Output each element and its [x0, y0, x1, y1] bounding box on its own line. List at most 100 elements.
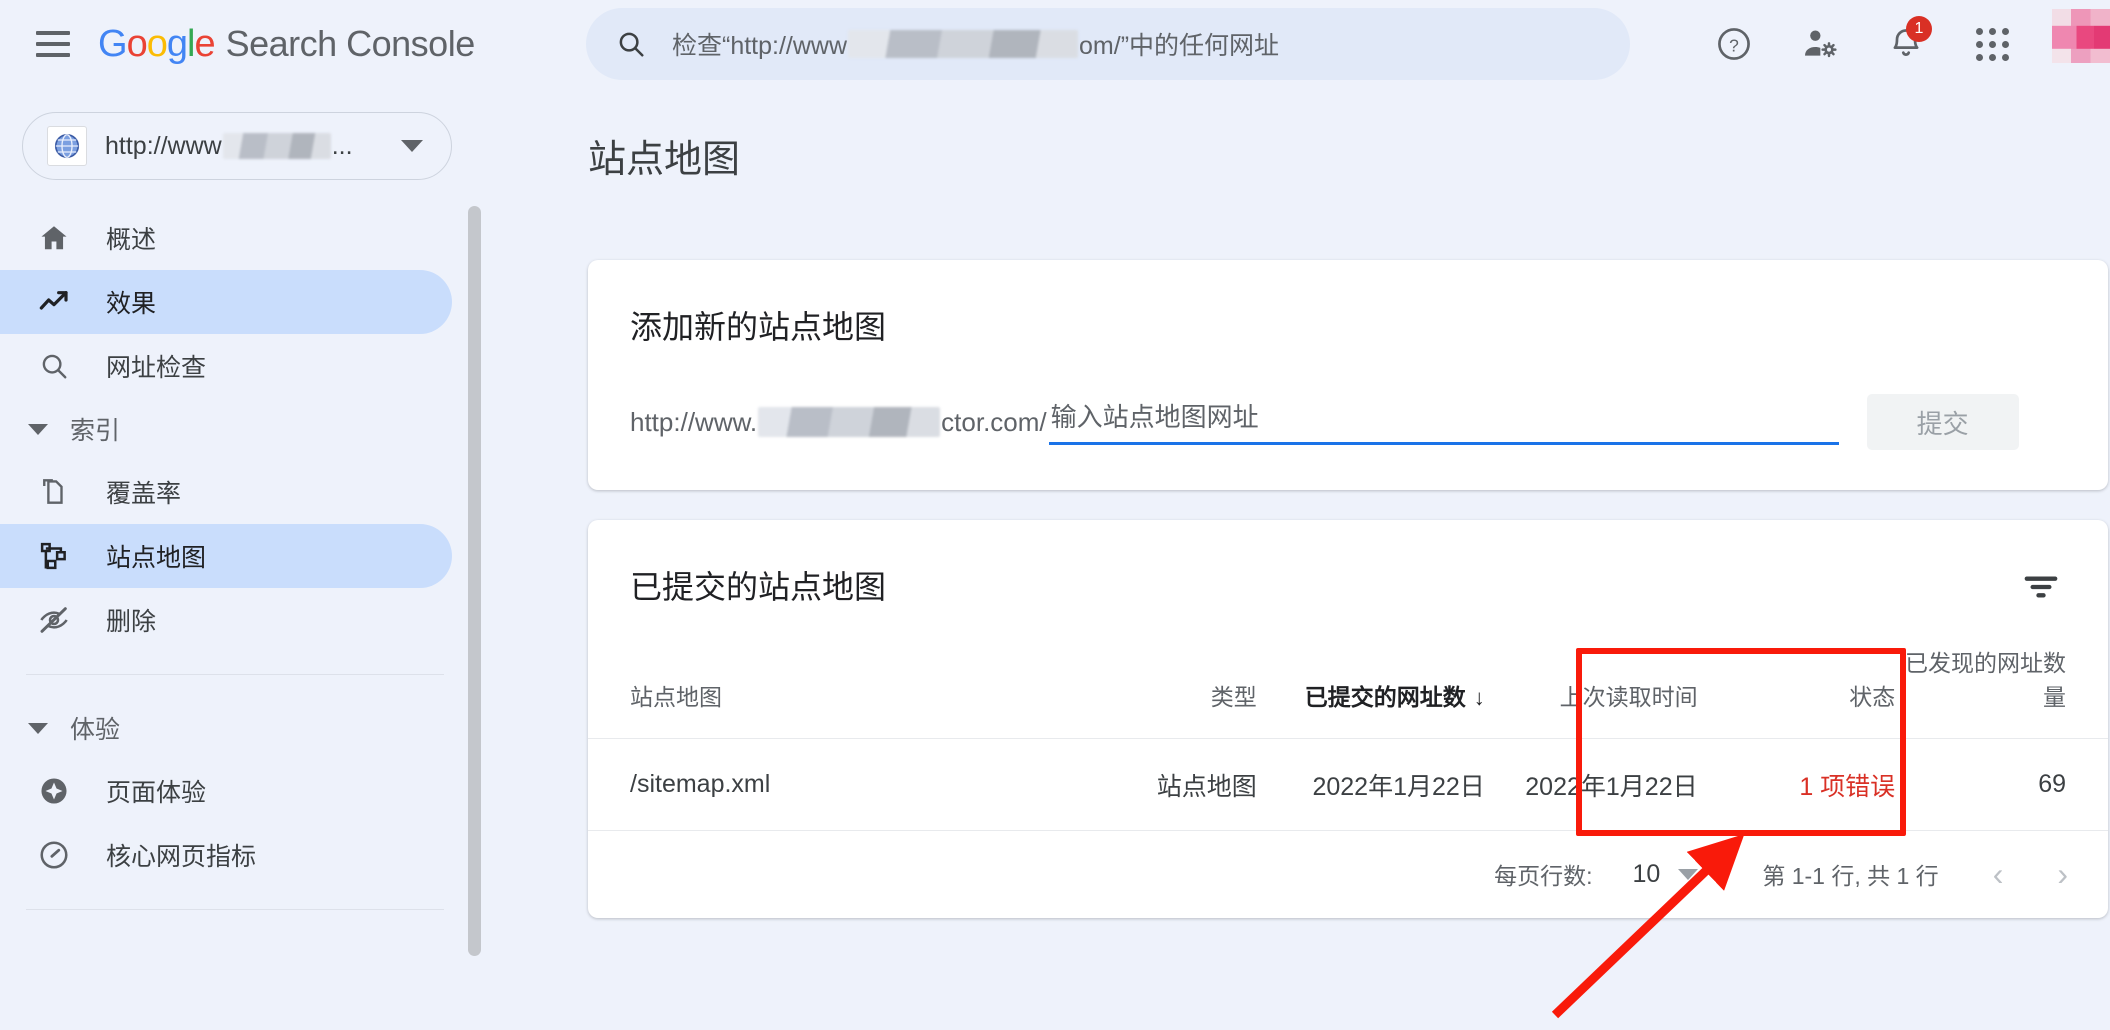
header-actions: ? 1 [1708, 0, 2110, 88]
search-icon [36, 348, 72, 384]
home-icon [36, 220, 72, 256]
sidebar-group-label: 索引 [70, 411, 120, 447]
svg-text:?: ? [1729, 35, 1739, 55]
cell-last-read: 2022年1月22日 [1485, 739, 1698, 831]
property-url: http://www ... [105, 132, 353, 161]
sidebar-item-performance[interactable]: 效果 [0, 270, 452, 334]
table-header-row: 站点地图 类型 已提交的网址数↓ 上次读取时间 状态 已发现的网址数量 [588, 644, 2108, 739]
caret-down-icon [28, 424, 48, 435]
column-header-type[interactable]: 类型 [1105, 644, 1257, 739]
pages-copy-icon [36, 474, 72, 510]
sidebar-item-page-experience[interactable]: 页面体验 [0, 759, 452, 823]
sidebar-nav: 概述 效果 网址检查 索引 覆盖 [0, 206, 470, 910]
prev-page-button[interactable]: ‹ [1993, 858, 2004, 890]
search-text-before: 检查“http://www [672, 26, 847, 62]
property-ellipsis: ... [332, 132, 353, 161]
rows-per-page-label: 每页行数: [1494, 857, 1592, 891]
next-page-button[interactable]: › [2057, 858, 2068, 890]
table-body: /sitemap.xml 站点地图 2022年1月22日 2022年1月22日 … [588, 739, 2108, 831]
user-settings-icon[interactable] [1794, 18, 1846, 70]
google-wordmark: Google [98, 23, 215, 66]
sort-arrow-icon: ↓ [1474, 685, 1485, 710]
caret-down-icon [28, 723, 48, 734]
column-header-submitted-urls[interactable]: 已提交的网址数↓ [1257, 644, 1485, 739]
sidebar-divider [26, 909, 444, 910]
search-text-after: om/”中的任何网址 [1079, 26, 1279, 62]
submitted-sitemaps-card: 已提交的站点地图 站点地图 类型 已提交的网址数↓ 上次读取时间 状态 已发现的… [588, 520, 2108, 918]
page-experience-icon [36, 773, 72, 809]
redacted-domain [758, 407, 940, 437]
sidebar: http://www ... 概述 效果 网址检查 [0, 88, 470, 1028]
sidebar-item-label: 页面体验 [106, 773, 206, 809]
eye-off-icon [36, 602, 72, 638]
main-content: 站点地图 添加新的站点地图 http://www. ctor.com/ 提交 已… [470, 88, 2110, 1028]
sidebar-item-core-web-vitals[interactable]: 核心网页指标 [0, 823, 452, 887]
pagination-range: 第 1-1 行, 共 1 行 [1762, 857, 1938, 891]
sidebar-item-removals[interactable]: 删除 [0, 588, 452, 652]
cell-sitemap[interactable]: /sitemap.xml [588, 739, 1105, 831]
hamburger-menu-icon[interactable] [36, 31, 70, 57]
column-header-sitemap[interactable]: 站点地图 [588, 644, 1105, 739]
filter-icon[interactable] [2018, 564, 2064, 610]
pagination: 每页行数: 10 第 1-1 行, 共 1 行 ‹ › [588, 831, 2108, 917]
sidebar-item-label: 网址检查 [106, 348, 206, 384]
add-sitemap-row: http://www. ctor.com/ 提交 [588, 348, 2108, 450]
speedometer-icon [36, 837, 72, 873]
submit-button[interactable]: 提交 [1867, 394, 2019, 450]
sidebar-item-coverage[interactable]: 覆盖率 [0, 460, 452, 524]
url-prefix-before: http://www. [630, 407, 757, 438]
add-sitemap-card: 添加新的站点地图 http://www. ctor.com/ 提交 [588, 260, 2108, 490]
search-text: 检查“http://www om/”中的任何网址 [672, 26, 1279, 62]
table-head: 站点地图 类型 已提交的网址数↓ 上次读取时间 状态 已发现的网址数量 [588, 644, 2108, 739]
app-header: Google Search Console 检查“http://www om/”… [0, 0, 2110, 88]
sidebar-group-experience[interactable]: 体验 [0, 697, 470, 759]
notifications-icon[interactable]: 1 [1880, 18, 1932, 70]
property-url-text: http://www [105, 132, 222, 161]
url-prefix-after: ctor.com/ [941, 407, 1046, 438]
help-icon[interactable]: ? [1708, 18, 1760, 70]
chevron-down-icon[interactable] [401, 140, 423, 152]
cell-submitted: 2022年1月22日 [1257, 739, 1485, 831]
sidebar-item-label: 效果 [106, 284, 156, 320]
sitemaps-table: 站点地图 类型 已提交的网址数↓ 上次读取时间 状态 已发现的网址数量 /sit… [588, 644, 2108, 831]
notification-badge: 1 [1906, 16, 1932, 42]
sidebar-item-overview[interactable]: 概述 [0, 206, 452, 270]
column-header-status[interactable]: 状态 [1698, 644, 1896, 739]
apps-grid-dots [1976, 28, 2009, 61]
sidebar-group-index[interactable]: 索引 [0, 398, 470, 460]
brand-logo: Google Search Console [98, 23, 475, 66]
redacted-property [223, 133, 331, 159]
sidebar-item-label: 站点地图 [106, 538, 206, 574]
sidebar-item-label: 删除 [106, 602, 156, 638]
sidebar-item-url-inspection[interactable]: 网址检查 [0, 334, 452, 398]
cell-type: 站点地图 [1105, 739, 1257, 831]
sidebar-item-label: 概述 [106, 220, 156, 256]
submitted-sitemaps-title: 已提交的站点地图 [588, 520, 886, 608]
cell-discovered: 69 [1895, 739, 2108, 831]
sidebar-divider [26, 674, 444, 675]
add-sitemap-title: 添加新的站点地图 [588, 260, 2108, 348]
redacted-domain [848, 30, 1078, 58]
submitted-sitemaps-header: 已提交的站点地图 [588, 520, 2108, 610]
sidebar-group-label: 体验 [70, 710, 120, 746]
search-icon [616, 29, 646, 59]
globe-icon [47, 126, 87, 166]
sitemap-url-input[interactable] [1049, 399, 1839, 445]
url-prefix: http://www. ctor.com/ [630, 407, 1047, 438]
apps-grid-icon[interactable] [1966, 18, 2018, 70]
property-selector[interactable]: http://www ... [22, 112, 452, 180]
chevron-down-icon[interactable] [1678, 869, 1698, 880]
cell-status: 1 项错误 [1698, 739, 1896, 831]
table-row[interactable]: /sitemap.xml 站点地图 2022年1月22日 2022年1月22日 … [588, 739, 2108, 831]
trending-up-icon [36, 284, 72, 320]
product-name: Search Console [226, 23, 475, 65]
rows-per-page-value[interactable]: 10 [1633, 860, 1661, 889]
page-title: 站点地图 [588, 128, 2110, 183]
avatar[interactable] [2052, 9, 2110, 79]
sitemap-icon [36, 538, 72, 574]
sidebar-item-label: 核心网页指标 [106, 837, 256, 873]
search-input[interactable]: 检查“http://www om/”中的任何网址 [586, 8, 1630, 80]
sidebar-item-sitemaps[interactable]: 站点地图 [0, 524, 452, 588]
column-header-discovered-urls[interactable]: 已发现的网址数量 [1895, 644, 2108, 739]
column-header-last-read[interactable]: 上次读取时间 [1485, 644, 1698, 739]
